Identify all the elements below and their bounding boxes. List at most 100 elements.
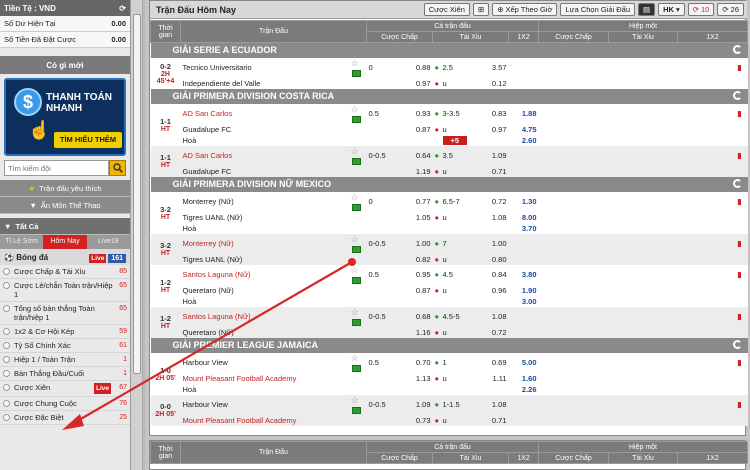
chart-icon[interactable]: ▮	[737, 312, 741, 321]
sport-football[interactable]: ⚽ Bóng đá Live 161	[0, 249, 130, 265]
star-icon[interactable]: ☆	[351, 265, 359, 275]
hdp-away-odds[interactable]: 1.16	[396, 326, 433, 338]
parlay-button[interactable]: Cược Xiên	[423, 3, 470, 16]
1x2-draw[interactable]: 3.00	[508, 295, 539, 307]
bet-type-radio[interactable]	[3, 414, 10, 421]
live-tv-icon[interactable]	[351, 70, 361, 78]
chart-icon[interactable]: ▮	[737, 197, 741, 206]
hdp-home-odds[interactable]: 0.68	[396, 306, 433, 327]
bet-type-item[interactable]: Cược Đặc Biệt 25	[0, 411, 130, 425]
1x2-away[interactable]	[508, 253, 539, 265]
live-tv-icon[interactable]	[351, 204, 361, 212]
hdp-home-odds[interactable]: 0.70	[396, 352, 433, 373]
hdp-home-odds[interactable]: 0.95	[396, 264, 433, 285]
team-search-input[interactable]	[4, 160, 109, 176]
bet-type-item[interactable]: 1x2 & Cơ Hội Kép 59	[0, 325, 130, 339]
1x2-home[interactable]	[508, 145, 539, 166]
refresh-icon[interactable]	[732, 178, 742, 188]
ou-under-odds[interactable]: 0.12	[468, 77, 509, 89]
1x2-draw[interactable]: 2.26	[508, 383, 539, 395]
hdp-home-odds[interactable]: 0.93	[396, 103, 433, 124]
odds-type-select[interactable]: HK ▾	[658, 3, 685, 16]
ou-over-odds[interactable]: 1.00	[468, 233, 509, 254]
bet-type-radio[interactable]	[3, 268, 10, 275]
live-tv-icon[interactable]	[351, 158, 361, 166]
1x2-home[interactable]: 1.88	[508, 103, 539, 124]
bet-type-item[interactable]: Cược Chung Cuộc 76	[0, 397, 130, 411]
hdp-away-odds[interactable]: 0.73	[396, 414, 433, 426]
hdp-home-odds[interactable]: 1.00	[396, 233, 433, 254]
star-icon[interactable]: ☆	[351, 234, 359, 244]
1x2-away[interactable]	[508, 414, 539, 426]
refresh-icon[interactable]	[732, 339, 742, 349]
hdp-home-odds[interactable]: 0.64	[396, 145, 433, 166]
bet-type-item[interactable]: Tổng số bàn thắng Toàn trận/hiệp 1 65	[0, 302, 130, 325]
display-mode-button[interactable]: ⊞	[472, 3, 490, 16]
hdp-home-odds[interactable]: 1.09	[396, 394, 433, 415]
hdp-away-odds[interactable]: 0.82	[396, 253, 433, 265]
tab-live[interactable]: Live18	[86, 235, 130, 249]
hdp-away-odds[interactable]: 1.05	[396, 211, 433, 223]
bet-type-radio[interactable]	[3, 356, 10, 363]
bet-type-item[interactable]: Hiệp 1 / Toàn Trận 1	[0, 353, 130, 367]
bet-type-radio[interactable]	[3, 305, 10, 312]
star-icon[interactable]: ☆	[351, 192, 359, 202]
hdp-away-odds[interactable]: 1.13	[396, 372, 433, 384]
live-tv-icon[interactable]	[351, 246, 361, 254]
hdp-away-odds[interactable]: 0.97	[396, 77, 433, 89]
ou-under-odds[interactable]: 0.80	[468, 253, 509, 265]
favorite-matches-button[interactable]: ★ Trận đấu yêu thích	[0, 180, 130, 197]
ou-over-odds[interactable]: 1.09	[468, 145, 509, 166]
ou-over-odds[interactable]: 1.08	[468, 394, 509, 415]
chart-icon[interactable]: ▮	[737, 151, 741, 160]
1x2-away[interactable]	[508, 326, 539, 338]
1x2-home[interactable]	[508, 233, 539, 254]
1x2-draw[interactable]: 2.60	[508, 134, 539, 146]
live-tv-icon[interactable]	[351, 407, 361, 415]
1x2-draw[interactable]: 3.70	[508, 222, 539, 234]
refresh-icon[interactable]: ⟳	[119, 4, 126, 13]
search-button[interactable]	[109, 160, 126, 176]
chart-icon[interactable]: ▮	[737, 109, 741, 118]
refresh-icon[interactable]	[732, 44, 742, 54]
ou-under-odds[interactable]: 0.71	[468, 165, 509, 177]
league-header[interactable]: GIẢI SERIE A ECUADOR	[150, 42, 748, 58]
tab-today[interactable]: Hôm Nay	[43, 235, 87, 249]
bet-type-radio[interactable]	[3, 370, 10, 377]
chart-icon[interactable]: ▮	[737, 270, 741, 279]
1x2-away[interactable]: 1.60	[508, 372, 539, 384]
ou-under-odds[interactable]: 0.72	[468, 326, 509, 338]
bet-type-item[interactable]: Cược Xiên Live 67	[0, 381, 130, 397]
ou-under-odds[interactable]: 1.11	[468, 372, 509, 384]
1x2-away[interactable]	[508, 77, 539, 89]
ou-over-odds[interactable]: 3.57	[468, 57, 509, 78]
chart-icon[interactable]: ▮	[737, 63, 741, 72]
more-bets-button[interactable]: +5	[442, 135, 468, 145]
chart-icon[interactable]: ▮	[737, 358, 741, 367]
ou-over-odds[interactable]: 1.08	[468, 306, 509, 327]
hdp-home-odds[interactable]: 0.88	[396, 57, 433, 78]
star-icon[interactable]: ☆	[351, 307, 359, 317]
all-sports-header[interactable]: ▼ Tất Cả	[0, 218, 130, 235]
select-league-button[interactable]: Lựa Chọn Giải Đấu	[560, 3, 636, 16]
refresh-counter-1[interactable]: ⟳ 10	[687, 3, 715, 16]
star-icon[interactable]: ☆	[351, 395, 359, 405]
ou-over-odds[interactable]: 0.84	[468, 264, 509, 285]
bet-type-radio[interactable]	[3, 328, 10, 335]
ou-under-odds[interactable]: 0.71	[468, 414, 509, 426]
1x2-home[interactable]	[508, 306, 539, 327]
bet-type-item[interactable]: Bàn Thắng Đầu/Cuối 1	[0, 367, 130, 381]
sort-button[interactable]: ⊕ Xếp Theo Giờ	[492, 3, 558, 16]
fast-payment-banner[interactable]: $ THANH TOÁN NHANH ☝ TÌM HIỂU THÊM	[4, 78, 126, 156]
refresh-counter-2[interactable]: ⟳ 26	[717, 3, 744, 16]
star-icon[interactable]: ☆	[351, 353, 359, 363]
1x2-home[interactable]	[508, 394, 539, 415]
live-tv-icon[interactable]	[351, 319, 361, 327]
star-icon[interactable]: ☆	[351, 58, 359, 68]
view-toggle-button[interactable]: ▤	[638, 3, 656, 16]
hide-sport-button[interactable]: ▼ Ẩn Môn Thể Thao	[0, 197, 130, 214]
refresh-icon[interactable]	[732, 90, 742, 100]
bet-type-item[interactable]: Cược Lẻ/chẵn Toàn trận/Hiệp 1 65	[0, 279, 130, 302]
1x2-away[interactable]: 8.00	[508, 211, 539, 223]
league-header[interactable]: GIẢI PRIMERA DIVISION COSTA RICA	[150, 88, 748, 104]
